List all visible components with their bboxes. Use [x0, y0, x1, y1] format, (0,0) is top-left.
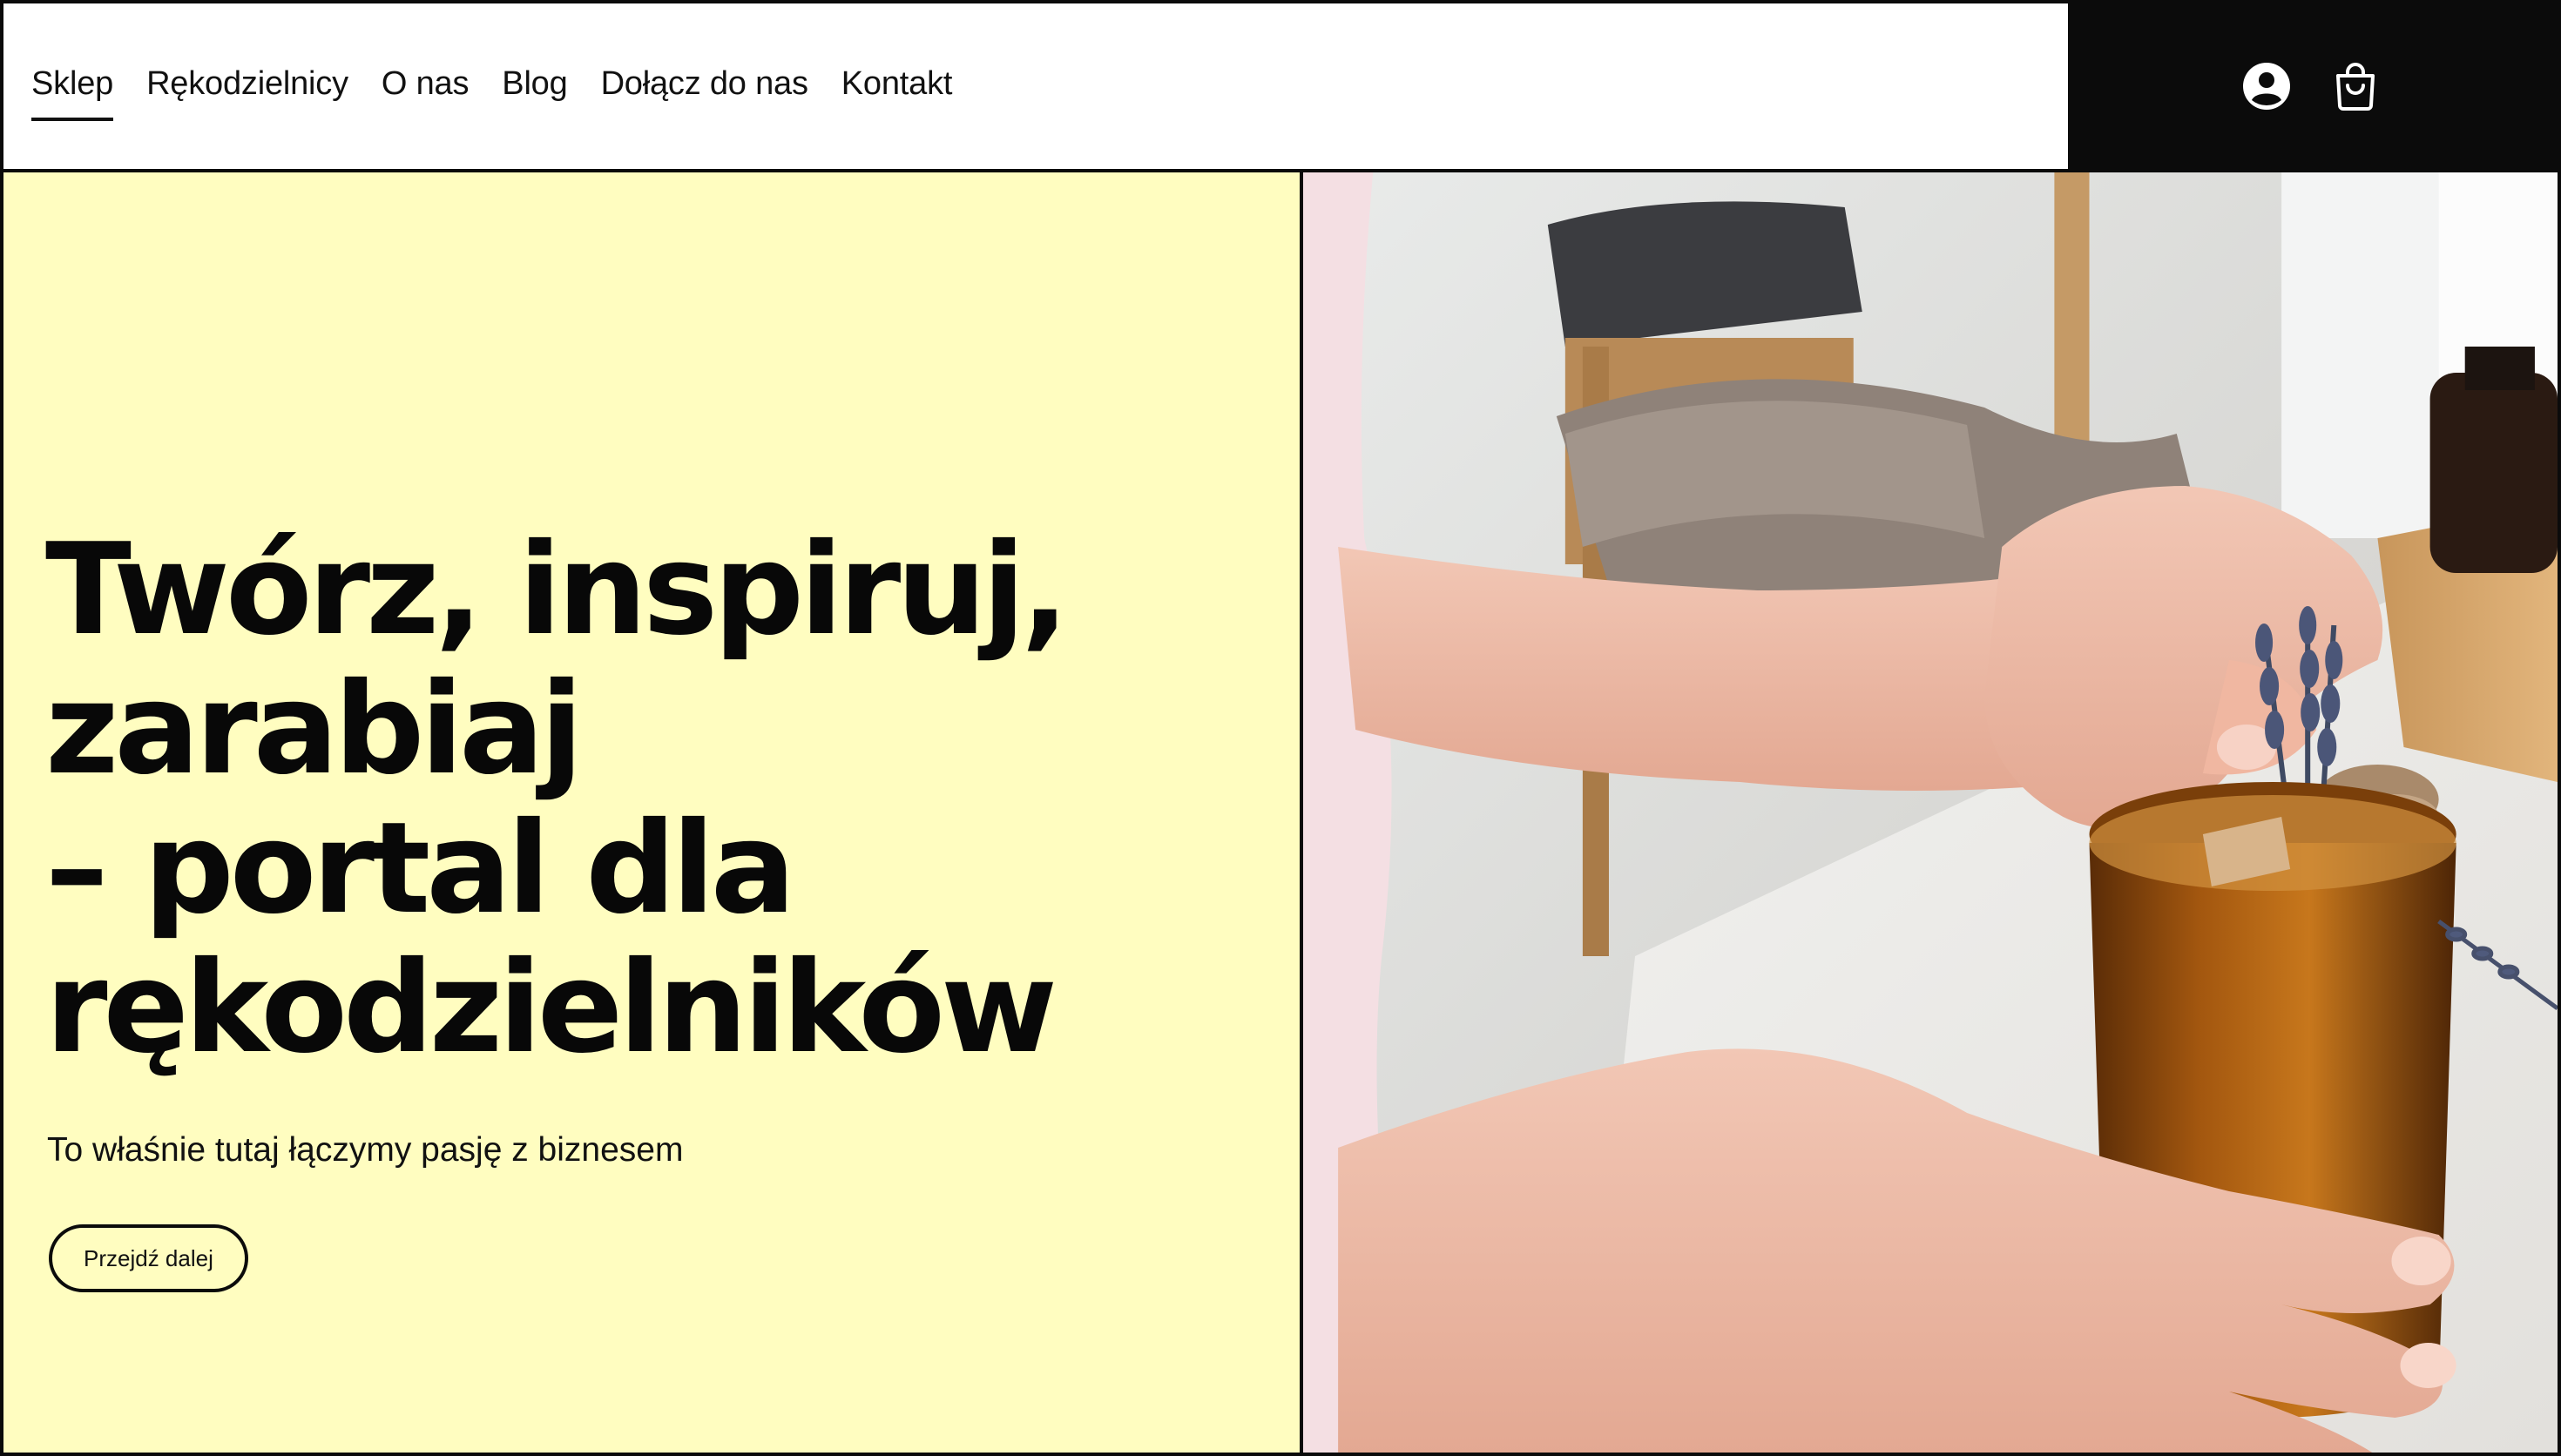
hero-section: Twórz, inspiruj, zarabiaj – portal dla r…	[3, 172, 2558, 1453]
continue-button[interactable]: Przejdź dalej	[49, 1224, 248, 1292]
nav-link-contact[interactable]: Kontakt	[841, 67, 953, 105]
nav-link-craftsmen[interactable]: Rękodzielnicy	[146, 67, 348, 105]
page: Sklep Rękodzielnicy O nas Blog Dołącz do…	[0, 0, 2561, 1456]
candle-making-photo	[1303, 172, 2558, 1453]
nav-link-blog[interactable]: Blog	[502, 67, 567, 105]
nav-link-join[interactable]: Dołącz do nas	[601, 67, 808, 105]
nav-link-about[interactable]: O nas	[382, 67, 470, 105]
main-nav: Sklep Rękodzielnicy O nas Blog Dołącz do…	[3, 3, 2068, 169]
shopping-bag-icon[interactable]	[2331, 62, 2380, 111]
hero-subtitle: To właśnie tutaj łączymy pasję z biznese…	[47, 1131, 684, 1169]
site-header: Sklep Rękodzielnicy O nas Blog Dołącz do…	[3, 3, 2558, 172]
nav-link-shop[interactable]: Sklep	[31, 67, 113, 121]
hero-title: Twórz, inspiruj, zarabiaj – portal dla r…	[45, 516, 1069, 1082]
hero-image	[1303, 172, 2558, 1453]
header-actions	[2068, 3, 2558, 169]
hero-text-panel: Twórz, inspiruj, zarabiaj – portal dla r…	[3, 172, 1303, 1453]
user-account-icon[interactable]	[2242, 62, 2291, 111]
